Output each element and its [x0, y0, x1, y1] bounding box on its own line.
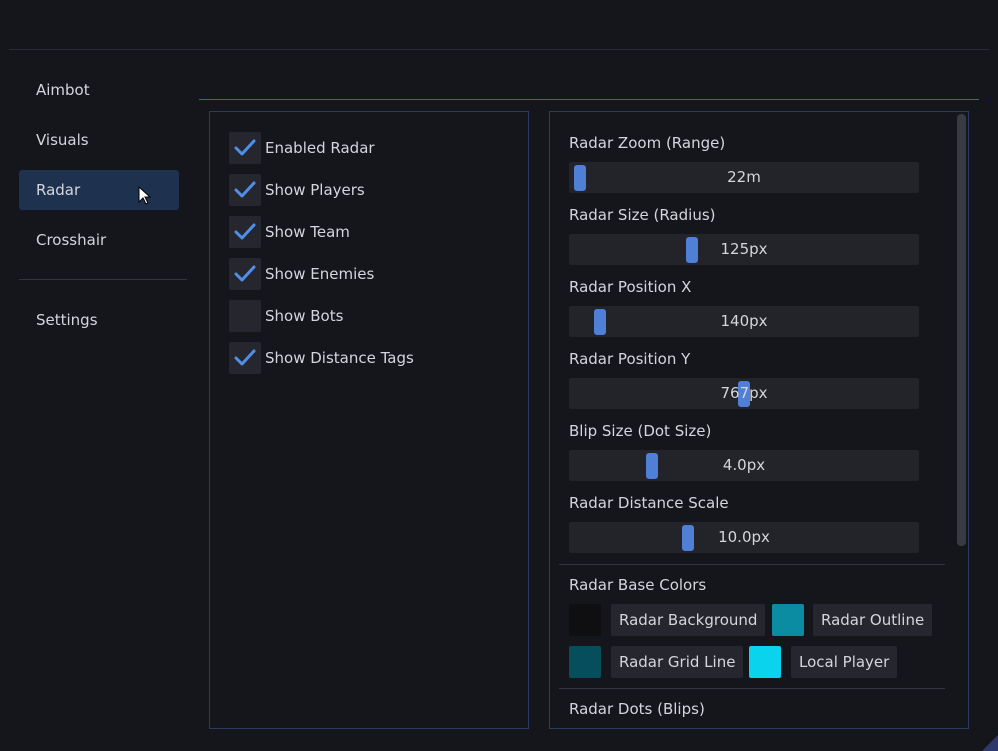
radar-background-button[interactable]: Radar Background	[611, 604, 766, 636]
checkmark-icon	[234, 265, 256, 282]
show-distance-tags-checkbox-row[interactable]: Show Distance Tags	[229, 342, 414, 374]
show-enemies-checkbox-row[interactable]: Show Enemies	[229, 258, 374, 290]
sidebar-item-label: Visuals	[36, 131, 89, 149]
show-players-checkbox-row[interactable]: Show Players	[229, 174, 365, 206]
blip-size-label: Blip Size (Dot Size)	[569, 422, 712, 440]
show-bots-checkbox[interactable]	[229, 300, 261, 332]
radar-position-y-label: Radar Position Y	[569, 350, 691, 368]
sidebar-item-visuals[interactable]: Visuals	[19, 120, 179, 160]
sidebar-item-radar[interactable]: Radar	[19, 170, 179, 210]
radar-outline-swatch[interactable]	[772, 604, 804, 636]
radar-zoom-slider[interactable]: 22m	[569, 162, 919, 193]
sidebar-item-label: Settings	[36, 311, 98, 329]
enabled-radar-checkbox-row[interactable]: Enabled Radar	[229, 132, 375, 164]
section-divider	[559, 688, 945, 689]
checkbox-label: Show Enemies	[265, 265, 375, 283]
title-bar	[0, 0, 998, 49]
base-colors-title: Radar Base Colors	[569, 576, 707, 594]
show-bots-checkbox-row[interactable]: Show Bots	[229, 300, 343, 332]
title-divider	[9, 49, 989, 50]
checkbox-label: Show Distance Tags	[265, 349, 414, 367]
checkmark-icon	[234, 181, 256, 198]
local-player-button[interactable]: Local Player	[791, 646, 898, 678]
show-team-checkbox[interactable]	[229, 216, 261, 248]
sidebar-item-label: Radar	[36, 181, 81, 199]
show-players-checkbox[interactable]	[229, 174, 261, 206]
checkbox-label: Show Team	[265, 223, 350, 241]
show-enemies-checkbox[interactable]	[229, 258, 261, 290]
sidebar-item-settings[interactable]: Settings	[19, 300, 179, 340]
show-distance-tags-checkbox[interactable]	[229, 342, 261, 374]
sidebar-item-crosshair[interactable]: Crosshair	[19, 220, 179, 260]
slider-value: 4.0px	[722, 456, 766, 474]
slider-value: 10.0px	[718, 528, 770, 546]
slider-value: 125px	[720, 240, 768, 258]
mouse-cursor-icon	[138, 186, 152, 205]
slider-grab[interactable]	[646, 453, 659, 479]
sidebar-item-label: Crosshair	[36, 231, 107, 249]
section-divider	[559, 564, 945, 565]
checkbox-label: Show Bots	[265, 307, 344, 325]
local-player-swatch[interactable]	[749, 646, 781, 678]
sidebar-item-aimbot[interactable]: Aimbot	[19, 70, 179, 110]
radar-toggles-panel: Enabled Radar Show Players Show Team Sho…	[209, 111, 529, 729]
sidebar-item-label: Aimbot	[36, 81, 90, 99]
checkmark-icon	[234, 223, 256, 240]
radar-position-x-label: Radar Position X	[569, 278, 692, 296]
radar-settings-panel: Radar Zoom (Range) 22m Radar Size (Radiu…	[549, 111, 969, 729]
radar-position-y-slider[interactable]: 767px	[569, 378, 919, 409]
radar-zoom-label: Radar Zoom (Range)	[569, 134, 726, 152]
radar-grid-line-swatch[interactable]	[569, 646, 601, 678]
sidebar-divider	[19, 279, 187, 280]
enabled-radar-checkbox[interactable]	[229, 132, 261, 164]
scrollbar[interactable]	[957, 114, 966, 546]
radar-dots-title: Radar Dots (Blips)	[569, 700, 705, 718]
resize-grip-icon[interactable]	[982, 735, 998, 751]
radar-size-slider[interactable]: 125px	[569, 234, 919, 265]
slider-grab[interactable]	[738, 381, 750, 407]
content-header-line	[199, 99, 979, 100]
radar-distance-scale-slider[interactable]: 10.0px	[569, 522, 919, 553]
radar-background-swatch[interactable]	[569, 604, 601, 636]
radar-position-x-slider[interactable]: 140px	[569, 306, 919, 337]
slider-grab[interactable]	[682, 525, 695, 551]
slider-grab[interactable]	[685, 237, 698, 263]
radar-outline-button[interactable]: Radar Outline	[813, 604, 933, 636]
checkmark-icon	[234, 349, 256, 366]
slider-value: 22m	[727, 168, 761, 186]
checkmark-icon	[234, 139, 256, 156]
slider-value: 140px	[720, 312, 768, 330]
blip-size-slider[interactable]: 4.0px	[569, 450, 919, 481]
radar-distance-scale-label: Radar Distance Scale	[569, 494, 729, 512]
radar-grid-line-button[interactable]: Radar Grid Line	[611, 646, 744, 678]
slider-grab[interactable]	[593, 309, 606, 335]
checkbox-label: Show Players	[265, 181, 365, 199]
radar-size-label: Radar Size (Radius)	[569, 206, 716, 224]
show-team-checkbox-row[interactable]: Show Team	[229, 216, 350, 248]
checkbox-label: Enabled Radar	[265, 139, 375, 157]
slider-grab[interactable]	[574, 165, 586, 191]
